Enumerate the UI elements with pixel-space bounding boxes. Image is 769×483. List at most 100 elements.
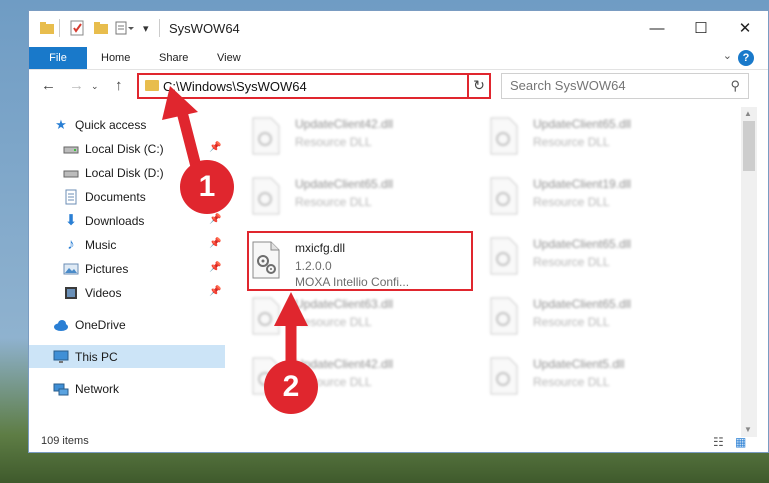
sidebar-item-label: OneDrive: [75, 318, 126, 332]
navigation-bar: ← → ⌄ ↑ C:\Windows\SysWOW64 ⌄ ↻ ⚲: [29, 71, 768, 103]
tab-view[interactable]: View: [217, 47, 241, 69]
file-name: UpdateClient5.dll: [533, 357, 625, 371]
network-icon: [53, 381, 69, 397]
window-title: SysWOW64: [169, 21, 240, 36]
sidebar-item-pictures[interactable]: Pictures 📌: [29, 257, 225, 280]
scroll-down-icon[interactable]: ▼: [744, 425, 752, 434]
picture-icon: [63, 261, 79, 277]
sidebar-item-label: Music: [85, 238, 117, 252]
navigation-pane: ★ Quick access Local Disk (C:) 📌 Local D…: [29, 111, 225, 431]
dll-file-icon: [489, 357, 519, 395]
file-name: UpdateClient65.dll: [533, 237, 632, 251]
file-type: Resource DLL: [533, 135, 610, 149]
close-button[interactable]: ✕: [723, 17, 767, 41]
file-name: UpdateClient63.dll: [295, 297, 394, 311]
sidebar-item-label: Quick access: [75, 118, 147, 132]
title-divider: [159, 19, 160, 37]
recent-locations-icon[interactable]: ⌄: [91, 81, 99, 92]
file-item[interactable]: UpdateClient63.dll Resource DLL: [247, 291, 467, 345]
scroll-up-icon[interactable]: ▲: [744, 109, 752, 118]
file-type: Resource DLL: [533, 315, 610, 329]
file-type: Resource DLL: [533, 375, 610, 389]
sidebar-item-quick-access[interactable]: ★ Quick access: [29, 113, 225, 136]
pin-icon[interactable]: 📌: [209, 262, 221, 273]
sidebar-item-label: Documents: [85, 190, 146, 204]
dll-file-icon: [489, 117, 519, 155]
sidebar-item-label: Videos: [85, 286, 122, 300]
search-input[interactable]: [510, 78, 710, 93]
scroll-thumb[interactable]: [743, 121, 755, 171]
file-type: Resource DLL: [295, 195, 372, 209]
file-type: Resource DLL: [295, 135, 372, 149]
music-icon: ♪: [67, 236, 75, 253]
sidebar-item-onedrive[interactable]: OneDrive: [29, 313, 225, 336]
status-item-count: 109 items: [41, 435, 89, 447]
annotation-badge-2: 2: [264, 360, 318, 414]
drive-icon: [63, 141, 79, 157]
download-icon: ⬇: [64, 212, 78, 229]
vertical-scrollbar[interactable]: ▲ ▼: [741, 107, 757, 437]
sidebar-item-label: Pictures: [85, 262, 129, 276]
file-item[interactable]: UpdateClient5.dll Resource DLL: [485, 351, 705, 405]
pin-icon[interactable]: 📌: [209, 286, 221, 297]
sidebar-item-music[interactable]: ♪ Music 📌: [29, 233, 225, 256]
sidebar-item-this-pc[interactable]: This PC: [29, 345, 225, 368]
tab-file[interactable]: File: [29, 47, 87, 69]
search-icon[interactable]: ⚲: [730, 78, 740, 94]
address-bar[interactable]: C:\Windows\SysWOW64 ⌄: [137, 73, 487, 99]
sidebar-item-label: Local Disk (D:): [85, 166, 164, 180]
file-item[interactable]: UpdateClient65.dll Resource DLL: [485, 291, 705, 345]
drive-icon: [63, 165, 79, 181]
tab-share[interactable]: Share: [159, 47, 188, 69]
sidebar-item-network[interactable]: Network: [29, 377, 225, 400]
ribbon-tabs: File Home Share View ⌄ ?: [29, 47, 768, 70]
tab-home[interactable]: Home: [101, 47, 130, 69]
file-name: UpdateClient19.dll: [533, 177, 632, 191]
file-name: UpdateClient65.dll: [533, 117, 632, 131]
quick-access-dropdown-icon[interactable]: ▾: [143, 22, 149, 35]
new-folder-icon[interactable]: [93, 20, 109, 36]
properties-icon[interactable]: [69, 20, 85, 36]
address-folder-icon: [145, 80, 159, 91]
file-item[interactable]: UpdateClient65.dll Resource DLL: [485, 231, 705, 285]
help-button[interactable]: ?: [738, 50, 754, 66]
file-name: UpdateClient42.dll: [295, 117, 394, 131]
file-type: Resource DLL: [533, 255, 610, 269]
search-box[interactable]: ⚲: [501, 73, 749, 99]
forward-button[interactable]: →: [69, 77, 84, 94]
refresh-button[interactable]: ↻: [467, 73, 491, 99]
dll-file-icon: [251, 177, 281, 215]
file-name: UpdateClient65.dll: [295, 177, 394, 191]
explorer-window: ▾ SysWOW64 — ☐ ✕ File Home Share View ⌄ …: [28, 10, 769, 453]
title-bar: ▾ SysWOW64 — ☐ ✕: [29, 11, 768, 47]
minimize-button[interactable]: —: [635, 17, 679, 41]
file-item[interactable]: UpdateClient42.dll Resource DLL: [247, 111, 467, 165]
pin-icon[interactable]: 📌: [209, 214, 221, 225]
dll-file-icon: [489, 177, 519, 215]
up-button[interactable]: ↑: [115, 77, 123, 94]
maximize-button[interactable]: ☐: [679, 17, 723, 41]
file-item[interactable]: UpdateClient65.dll Resource DLL: [485, 111, 705, 165]
large-icons-view-icon[interactable]: ▦: [735, 435, 746, 449]
star-icon: ★: [55, 117, 67, 132]
dll-file-icon: [489, 237, 519, 275]
sidebar-item-downloads[interactable]: ⬇ Downloads 📌: [29, 209, 225, 232]
file-item[interactable]: UpdateClient19.dll Resource DLL: [485, 171, 705, 225]
details-view-icon[interactable]: ☷: [713, 435, 724, 449]
back-button[interactable]: ←: [41, 77, 56, 94]
file-item[interactable]: UpdateClient65.dll Resource DLL: [247, 171, 467, 225]
pin-icon[interactable]: 📌: [209, 142, 221, 153]
annotation-badge-1: 1: [180, 160, 234, 214]
folder-icon: [39, 20, 55, 36]
pin-icon[interactable]: 📌: [209, 238, 221, 249]
monitor-icon: [53, 349, 69, 365]
dll-file-icon: [251, 117, 281, 155]
file-type: Resource DLL: [295, 315, 372, 329]
expand-ribbon-icon[interactable]: ⌄: [723, 49, 732, 62]
customize-toolbar-icon[interactable]: [115, 20, 134, 36]
sidebar-item-label: This PC: [75, 350, 118, 364]
sidebar-item-videos[interactable]: Videos 📌: [29, 281, 225, 304]
file-type: Resource DLL: [533, 195, 610, 209]
address-path[interactable]: C:\Windows\SysWOW64: [163, 79, 307, 94]
sidebar-item-local-disk-c[interactable]: Local Disk (C:) 📌: [29, 137, 225, 160]
